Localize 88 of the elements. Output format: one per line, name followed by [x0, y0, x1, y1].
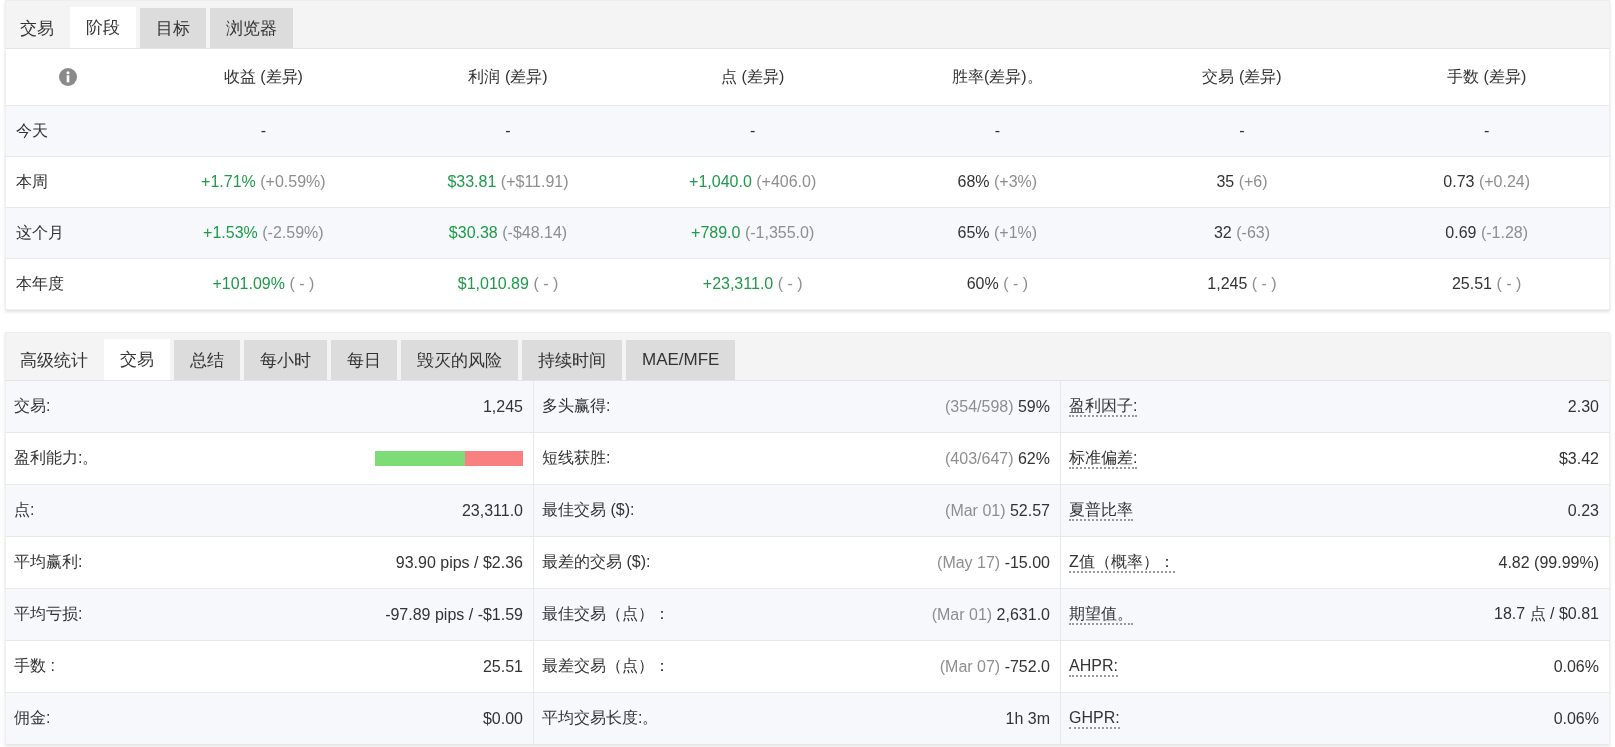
table-cell: - — [994, 122, 1000, 139]
stat-label: 佣金: — [14, 708, 51, 728]
stat-value: 23,311.0 — [461, 501, 523, 520]
stat-value: 93.90 pips / $2.36 — [395, 553, 523, 572]
stat-label: 短线获胜: — [542, 448, 611, 468]
table-cell: - — [1484, 122, 1490, 139]
table-cell: +789.0 (-1,355.0) — [691, 224, 815, 241]
stat-label: 平均交易长度:。 — [542, 708, 659, 728]
tab[interactable]: 交易 — [8, 8, 66, 48]
stat-value: -97.89 pips / -$1.59 — [385, 605, 523, 624]
tab[interactable]: 毁灭的风险 — [401, 340, 518, 380]
stat-value: 1h 3m — [1005, 709, 1050, 728]
table-cell: 68% (+3%) — [957, 173, 1038, 190]
table-cell: - — [750, 122, 756, 139]
table-cell: - — [1239, 122, 1245, 139]
stat-value: $0.00 — [482, 709, 523, 728]
table-cell: 1,245 ( - ) — [1207, 275, 1277, 292]
tab[interactable]: 目标 — [140, 8, 206, 48]
table-cell: - — [260, 122, 266, 139]
table-cell: 0.69 (-1.28) — [1445, 224, 1528, 241]
column-header: 收益 (差异) — [223, 67, 303, 85]
stat-value: 18.7 点 / $0.81 — [1494, 604, 1599, 624]
stat-label: 最佳交易（点）： — [542, 604, 670, 624]
stat-label: 点: — [14, 500, 35, 520]
info-icon[interactable] — [58, 68, 77, 86]
table-cell: 35 (+6) — [1216, 173, 1268, 190]
stat-label: 夏普比率 — [1069, 499, 1133, 522]
stat-value: 0.23 — [1567, 501, 1599, 520]
stat-value: 2.30 — [1567, 397, 1599, 416]
tab[interactable]: 每小时 — [244, 340, 327, 380]
tab[interactable]: 交易 — [104, 339, 170, 380]
row-label: 今天 — [16, 121, 48, 139]
tab[interactable]: 阶段 — [70, 7, 136, 48]
column-header: 交易 (差异) — [1202, 67, 1282, 85]
stat-label: 交易: — [14, 396, 51, 416]
stat-value: 0.06% — [1553, 709, 1599, 728]
column-header: 点 (差异) — [721, 67, 785, 85]
table-cell: +101.09% ( - ) — [212, 275, 315, 292]
stat-label: 期望值。 — [1069, 603, 1133, 626]
stat-label: Z值（概率）： — [1069, 551, 1175, 574]
stat-label: 平均亏损: — [14, 604, 83, 624]
tab[interactable]: 总结 — [174, 340, 240, 380]
row-label: 本周 — [16, 172, 48, 190]
stat-value: 0.06% — [1553, 657, 1599, 676]
table-cell: 65% (+1%) — [957, 224, 1038, 241]
stat-value: (403/647) 62% — [945, 449, 1050, 468]
column-header: 胜率(差异)。 — [952, 67, 1043, 85]
stat-label: 平均赢利: — [14, 552, 83, 572]
row-label: 本年度 — [16, 274, 64, 292]
stat-label: 最差的交易 ($): — [542, 552, 651, 572]
stat-value: 1,245 — [482, 397, 523, 416]
table-cell: 32 (-63) — [1213, 224, 1270, 241]
tab[interactable]: 高级统计 — [8, 340, 100, 380]
table-cell: +1.71% (+0.59%) — [201, 173, 326, 190]
stat-value: 25.51 — [482, 657, 523, 676]
stat-label: GHPR: — [1069, 707, 1120, 730]
tab[interactable]: 持续时间 — [522, 340, 622, 380]
table-cell: - — [505, 122, 511, 139]
stat-label: 盈利因子: — [1069, 395, 1138, 418]
stat-label: 多头赢得: — [542, 396, 611, 416]
stat-label: 最佳交易 ($): — [542, 500, 635, 520]
stat-label: 盈利能力:。 — [14, 448, 99, 468]
table-cell: 0.73 (+0.24) — [1443, 173, 1531, 190]
table-cell: +1,040.0 (+406.0) — [689, 173, 817, 190]
table-cell: $30.38 (-$48.14) — [448, 224, 568, 241]
stat-label: AHPR: — [1069, 655, 1118, 678]
stat-label: 最差交易（点）： — [542, 656, 670, 676]
stat-value: (354/598) 59% — [945, 397, 1050, 416]
tab[interactable]: 每日 — [331, 340, 397, 380]
table-cell: 60% ( - ) — [966, 275, 1028, 292]
column-header: 利润 (差异) — [468, 67, 548, 85]
table-cell: +23,311.0 ( - ) — [702, 275, 803, 292]
stat-value: (Mar 07) -752.0 — [939, 657, 1050, 676]
stat-value: (Mar 01) 2,631.0 — [931, 605, 1050, 624]
table-cell: 25.51 ( - ) — [1451, 275, 1522, 292]
stat-value: (Mar 01) 52.57 — [945, 501, 1050, 520]
tab[interactable]: MAE/MFE — [626, 340, 736, 380]
stat-label: 手数 : — [14, 656, 55, 676]
table-cell: +1.53% (-2.59%) — [203, 224, 324, 241]
table-cell: $33.81 (+$11.91) — [447, 173, 569, 190]
stat-value: $3.42 — [1558, 449, 1599, 468]
column-header: 手数 (差异) — [1447, 67, 1527, 85]
stat-value: (May 17) -15.00 — [937, 553, 1050, 572]
stat-value: 4.82 (99.99%) — [1498, 553, 1599, 572]
table-cell: $1,010.89 ( - ) — [457, 275, 559, 292]
tab[interactable]: 浏览器 — [210, 8, 293, 48]
stat-label: 标准偏差: — [1069, 447, 1138, 470]
row-label: 这个月 — [16, 223, 64, 241]
